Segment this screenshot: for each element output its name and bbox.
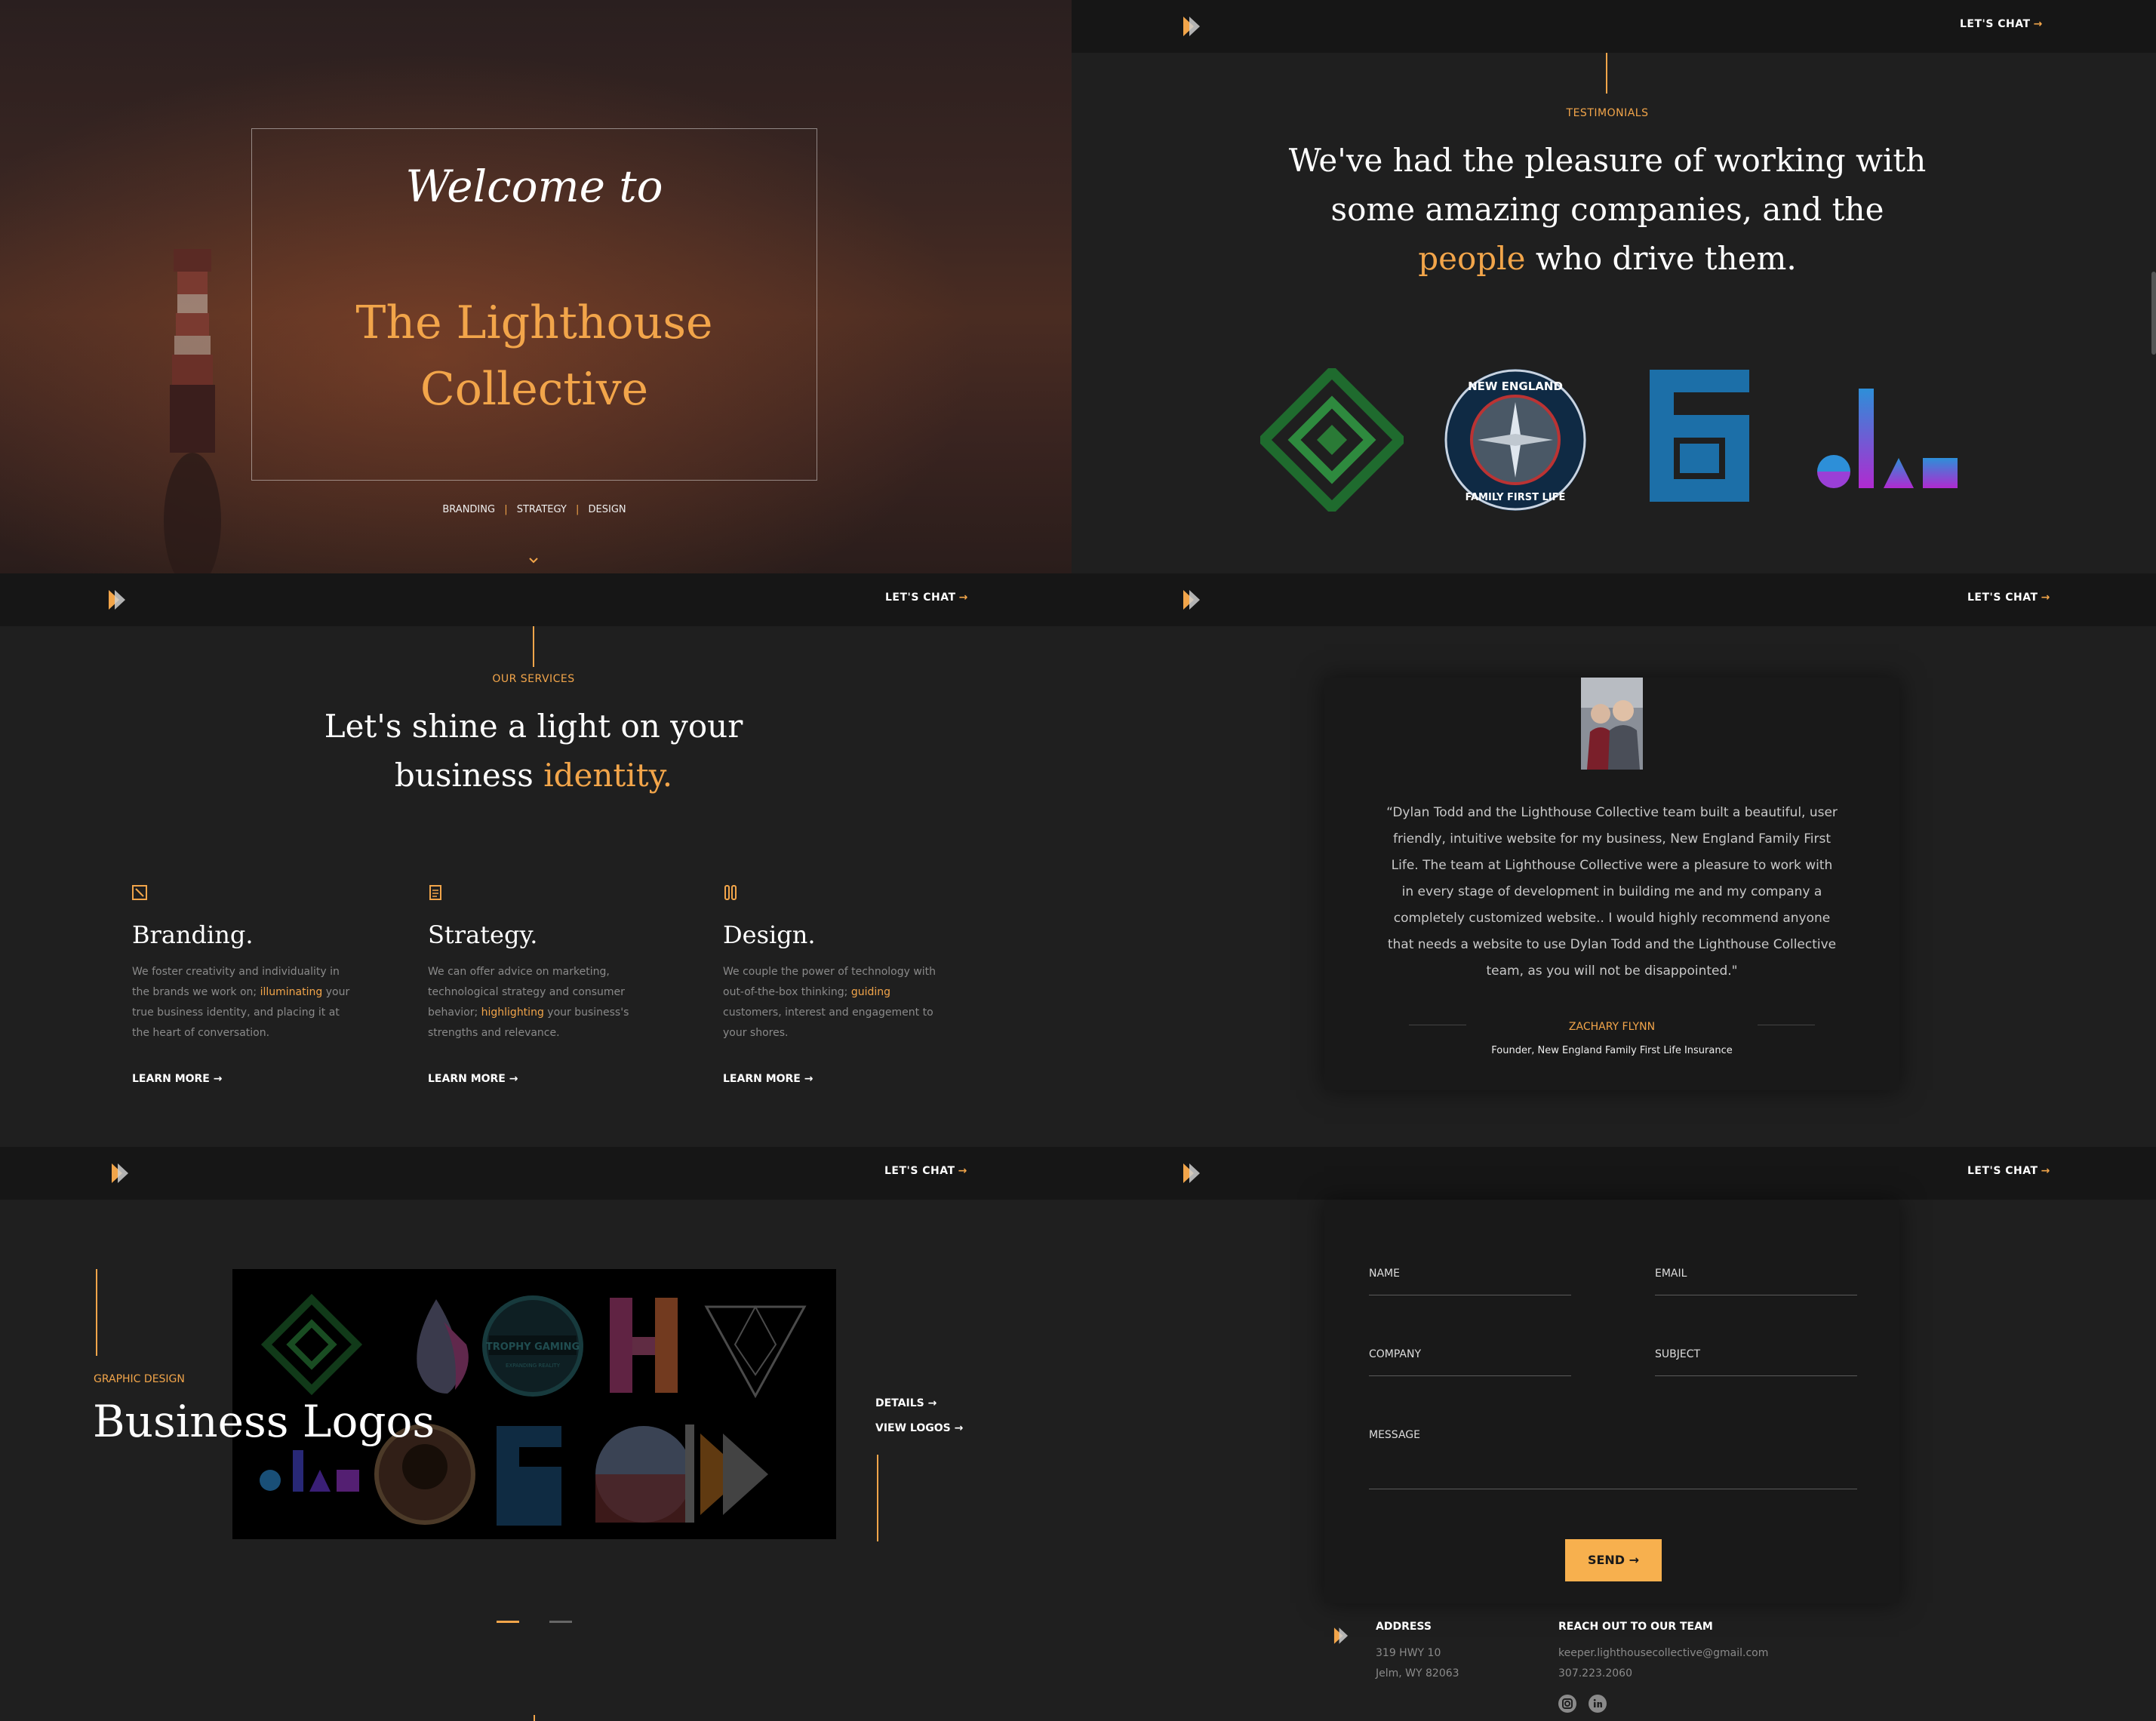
service-title-strategy: Strategy. bbox=[428, 920, 538, 949]
footer-logo[interactable] bbox=[1330, 1624, 1352, 1647]
send-button[interactable]: SEND → bbox=[1565, 1539, 1662, 1581]
testimonial-quote: “Dylan Todd and the Lighthouse Collectiv… bbox=[1386, 805, 1838, 979]
testimonials-eyebrow: TESTIMONIALS bbox=[1566, 107, 1649, 119]
scrollbar-thumb[interactable] bbox=[2151, 272, 2156, 355]
lighthouse-arrow-logo[interactable] bbox=[107, 1160, 133, 1186]
contact-panel: LET'S CHAT → NAME EMAIL COMPANY SUBJECT M… bbox=[1072, 1147, 2156, 1721]
panel-divider bbox=[534, 1715, 535, 1721]
tag-branding[interactable]: BRANDING bbox=[442, 504, 495, 515]
testimonial-card: “Dylan Todd and the Lighthouse Collectiv… bbox=[1324, 678, 1899, 1090]
shapes-logo bbox=[1817, 389, 1958, 488]
svg-text:NEW ENGLAND: NEW ENGLAND bbox=[1468, 380, 1563, 393]
service-desc-design: We couple the power of technology with o… bbox=[723, 966, 937, 1039]
svg-text:TROPHY GAMING: TROPHY GAMING bbox=[486, 1341, 580, 1353]
service-desc-branding: We foster creativity and individuality i… bbox=[132, 966, 350, 1039]
portfolio-eyebrow: GRAPHIC DESIGN bbox=[94, 1373, 185, 1385]
testimonial-author: ZACHARY FLYNN bbox=[1568, 1021, 1656, 1033]
subject-field[interactable] bbox=[1655, 1375, 1857, 1376]
lets-chat-link[interactable]: LET'S CHAT → bbox=[1967, 592, 2050, 604]
learn-more-strategy[interactable]: LEARN MORE → bbox=[428, 1073, 518, 1085]
pencil-square-icon bbox=[132, 885, 147, 900]
chevron-down-icon[interactable] bbox=[528, 555, 539, 565]
testimonials-intro-panel: LET'S CHAT → TESTIMONIALS We've had the p… bbox=[1072, 0, 2156, 573]
testimonial-role: Founder, New England Family First Life I… bbox=[1491, 1045, 1733, 1056]
lighthouse-arrow-logo[interactable] bbox=[1179, 587, 1204, 613]
avatar bbox=[1581, 678, 1643, 770]
reach-title: REACH OUT TO OUR TEAM bbox=[1558, 1621, 1713, 1633]
company-label: COMPANY bbox=[1369, 1348, 1422, 1360]
top-nav: LET'S CHAT → bbox=[0, 1147, 1072, 1200]
contact-phone-link[interactable]: 307.223.2060 bbox=[1558, 1667, 1632, 1680]
address-line2: Jelm, WY 82063 bbox=[1376, 1667, 1459, 1680]
carousel-dot[interactable] bbox=[549, 1621, 572, 1623]
service-desc-strategy: We can offer advice on marketing, techno… bbox=[428, 966, 629, 1039]
message-label: MESSAGE bbox=[1369, 1429, 1420, 1441]
svg-text:FAMILY FIRST LIFE: FAMILY FIRST LIFE bbox=[1466, 492, 1566, 503]
hero-title-line1: The Lighthouse bbox=[355, 297, 713, 349]
address-line1: 319 HWY 10 bbox=[1376, 1647, 1441, 1659]
lighthouse-arrow-logo[interactable] bbox=[104, 587, 130, 613]
testimonials-headline: We've had the pleasure of working with s… bbox=[1288, 142, 1927, 277]
top-nav: LET'S CHAT → bbox=[1072, 0, 2156, 53]
lighthouse-arrow-logo[interactable] bbox=[1179, 14, 1204, 39]
tag-design[interactable]: DESIGN bbox=[589, 504, 626, 515]
address-title: ADDRESS bbox=[1376, 1621, 1432, 1633]
hero-tags: BRANDING | STRATEGY | DESIGN bbox=[442, 504, 626, 515]
carousel-dot-active[interactable] bbox=[497, 1621, 519, 1623]
linkedin-icon[interactable] bbox=[1589, 1695, 1607, 1713]
lets-chat-link[interactable]: LET'S CHAT → bbox=[1967, 1165, 2050, 1177]
hero-title-line2: Collective bbox=[420, 363, 649, 416]
portfolio-line-right bbox=[877, 1455, 878, 1541]
svg-text:EXPANDING REALITY: EXPANDING REALITY bbox=[506, 1363, 561, 1369]
view-logos-link[interactable]: VIEW LOGOS → bbox=[875, 1422, 963, 1434]
lighthouse-silhouette bbox=[164, 249, 221, 573]
learn-more-design[interactable]: LEARN MORE → bbox=[723, 1073, 813, 1085]
details-link[interactable]: DETAILS → bbox=[875, 1397, 937, 1409]
tools-icon bbox=[724, 885, 737, 900]
section-divider bbox=[533, 626, 534, 667]
email-label: EMAIL bbox=[1655, 1268, 1687, 1280]
hero-panel: Welcome to The Lighthouse Collective BRA… bbox=[0, 0, 1072, 573]
top-nav: LET'S CHAT → bbox=[1072, 573, 2156, 626]
service-title-design: Design. bbox=[723, 920, 816, 949]
contact-email-link[interactable]: keeper.lighthousecollective@gmail.com bbox=[1558, 1647, 1768, 1659]
lets-chat-link[interactable]: LET'S CHAT → bbox=[884, 1165, 967, 1177]
services-headline: Let's shine a light on your business ide… bbox=[324, 708, 743, 794]
new-england-badge-logo: NEW ENGLAND FAMILY FIRST LIFE bbox=[1444, 369, 1586, 511]
testimonial-panel: LET'S CHAT → “Dylan Todd and the Lighthou… bbox=[1072, 573, 2156, 1147]
subject-label: SUBJECT bbox=[1655, 1348, 1701, 1360]
lighthouse-arrow-logo[interactable] bbox=[1179, 1160, 1204, 1186]
contact-form-card: NAME EMAIL COMPANY SUBJECT MESSAGE SEND … bbox=[1324, 1200, 1899, 1603]
lets-chat-link[interactable]: LET'S CHAT → bbox=[885, 592, 968, 604]
blue-e-logo bbox=[1650, 370, 1749, 502]
tag-strategy[interactable]: STRATEGY bbox=[517, 504, 567, 515]
welcome-frame: Welcome to The Lighthouse Collective bbox=[251, 128, 817, 481]
learn-more-branding[interactable]: LEARN MORE → bbox=[132, 1073, 222, 1085]
services-panel: LET'S CHAT → OUR SERVICES Let's shine a l… bbox=[0, 573, 1072, 1147]
instagram-icon[interactable] bbox=[1558, 1695, 1576, 1713]
green-diamond-logo bbox=[1260, 368, 1404, 512]
company-field[interactable] bbox=[1369, 1375, 1571, 1376]
top-nav: LET'S CHAT → bbox=[0, 573, 1072, 626]
lets-chat-link[interactable]: LET'S CHAT → bbox=[1960, 18, 2043, 30]
document-icon bbox=[429, 885, 441, 900]
welcome-text: Welcome to bbox=[405, 161, 663, 212]
portfolio-line-left bbox=[96, 1269, 97, 1356]
portfolio-title: Business Logos bbox=[93, 1396, 435, 1447]
services-eyebrow: OUR SERVICES bbox=[492, 673, 575, 685]
top-nav: LET'S CHAT → bbox=[1072, 1147, 2156, 1200]
section-divider bbox=[1606, 53, 1607, 94]
name-label: NAME bbox=[1369, 1268, 1400, 1280]
service-title-branding: Branding. bbox=[132, 920, 254, 949]
portfolio-panel: LET'S CHAT → TROPHY GAMING EXPANDING REAL… bbox=[0, 1147, 1072, 1721]
